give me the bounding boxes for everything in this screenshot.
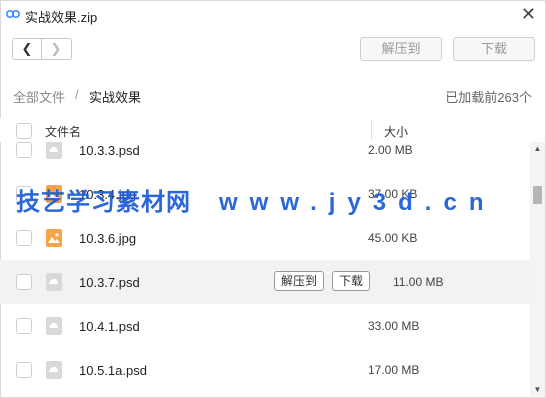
row-download-button[interactable]: 下载 <box>332 271 370 291</box>
list-item[interactable]: 10.4.1.psd 33.00 MB <box>0 304 530 348</box>
breadcrumb-root[interactable]: 全部文件 <box>13 87 65 106</box>
column-header-size[interactable]: 大小 <box>384 123 408 140</box>
row-checkbox[interactable] <box>16 362 32 378</box>
extract-to-button[interactable]: 解压到 <box>360 37 442 61</box>
back-button[interactable]: ❮ <box>13 39 42 59</box>
select-all-checkbox[interactable] <box>16 123 32 139</box>
row-checkbox[interactable] <box>16 318 32 334</box>
row-extract-button[interactable]: 解压到 <box>274 271 324 291</box>
title-bar: 实战效果.zip ✕ <box>0 0 546 28</box>
list-item[interactable]: 10.3.7.psd 解压到 下载 11.00 MB <box>0 260 530 304</box>
close-icon[interactable]: ✕ <box>521 4 536 25</box>
file-size: 37.00 KB <box>368 187 418 201</box>
image-file-icon <box>46 185 62 203</box>
row-checkbox[interactable] <box>16 274 32 290</box>
nav-buttons: ❮ ❯ <box>12 38 72 60</box>
file-size: 33.00 MB <box>368 319 420 333</box>
row-checkbox[interactable] <box>16 230 32 246</box>
forward-button[interactable]: ❯ <box>42 39 70 59</box>
psd-file-icon <box>46 361 62 379</box>
column-divider[interactable] <box>371 120 372 140</box>
file-name: 10.3.7.psd <box>79 275 140 290</box>
file-size: 45.00 KB <box>368 231 418 245</box>
scroll-down-arrow-icon[interactable]: ▼ <box>530 385 545 394</box>
breadcrumb-separator: / <box>75 87 79 102</box>
row-checkbox[interactable] <box>16 186 32 202</box>
baidu-netdisk-icon <box>6 10 20 18</box>
window-title: 实战效果.zip <box>25 10 98 25</box>
file-name: 10.3.3.psd <box>79 143 140 158</box>
file-list: 10.3.3.psd 2.00 MB 10.3.4.jpg 37.00 KB 1… <box>0 128 530 396</box>
breadcrumb-current: 实战效果 <box>89 90 142 105</box>
list-item[interactable]: 10.3.6.jpg 45.00 KB <box>0 216 530 260</box>
column-header-name[interactable]: 文件名 <box>45 123 81 140</box>
file-name: 10.3.6.jpg <box>79 231 137 246</box>
list-item[interactable]: 10.3.4.jpg 37.00 KB <box>0 172 530 216</box>
file-name: 10.5.1a.psd <box>79 363 147 378</box>
vertical-scrollbar[interactable]: ▲ ▼ <box>530 142 545 396</box>
psd-file-icon <box>46 273 62 291</box>
file-name: 10.3.4.jpg <box>79 187 137 202</box>
list-item[interactable]: 10.5.1a.psd 17.00 MB <box>0 348 530 392</box>
file-size: 11.00 MB <box>393 275 444 289</box>
file-name: 10.4.1.psd <box>79 319 140 334</box>
file-size: 2.00 MB <box>368 143 413 157</box>
download-button[interactable]: 下载 <box>453 37 535 61</box>
list-header: 文件名 大小 <box>0 118 530 142</box>
image-file-icon <box>46 229 62 247</box>
psd-file-icon <box>46 317 62 335</box>
row-checkbox[interactable] <box>16 142 32 158</box>
psd-file-icon <box>46 141 62 159</box>
scrollbar-thumb[interactable] <box>533 186 542 204</box>
file-size: 17.00 MB <box>368 363 420 377</box>
loaded-count-text: 已加载前263个 <box>445 90 532 105</box>
scroll-up-arrow-icon[interactable]: ▲ <box>530 144 545 153</box>
